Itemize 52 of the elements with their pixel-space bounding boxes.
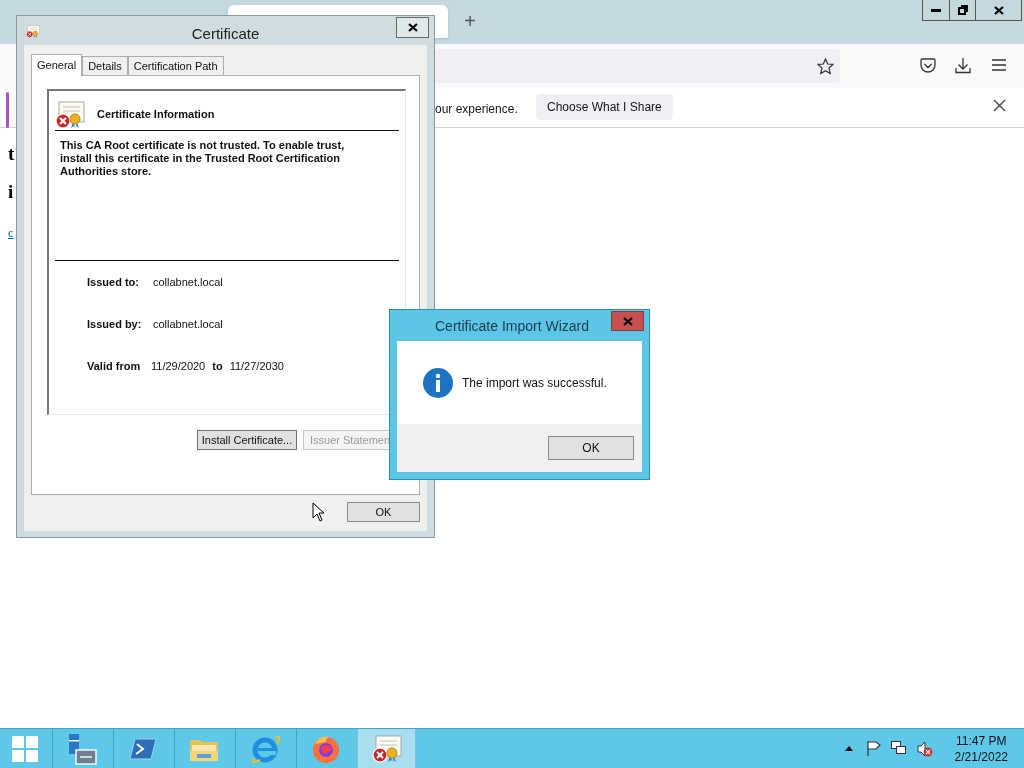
field-value: 11/27/2030 — [229, 358, 284, 374]
browser-e-icon — [250, 733, 280, 764]
info-title: Certificate Information — [97, 107, 215, 123]
page-heading: t — [8, 142, 15, 166]
notification-message: our experience. — [435, 101, 518, 118]
volume-muted-icon[interactable] — [916, 740, 933, 757]
mouse-cursor-icon — [312, 502, 325, 522]
field-value: 11/29/2020 — [151, 358, 206, 374]
window-title: Certificate — [190, 24, 261, 44]
dialog-button[interactable]: Install Certificate... — [197, 430, 297, 450]
wizard-message: The import was successful. — [462, 374, 607, 392]
certificate-error-icon — [55, 100, 85, 129]
windows-logo-icon — [12, 735, 38, 762]
close-button[interactable] — [396, 17, 429, 38]
field-label: Issued by: — [87, 316, 143, 332]
choose-share-button[interactable]: Choose What I Share — [536, 94, 673, 120]
tab[interactable]: Certification Path — [127, 56, 224, 75]
info-icon — [423, 367, 453, 398]
server-toolbox-icon — [67, 732, 97, 765]
restore-icon — [957, 5, 968, 15]
clock-date: 2/21/2022 — [954, 748, 1008, 765]
show-hidden-icons-icon[interactable] — [844, 746, 853, 751]
bookmark-star-icon[interactable] — [817, 58, 834, 75]
download-icon[interactable] — [955, 57, 971, 74]
close-icon — [993, 5, 1004, 15]
field-value: collabnet.local — [153, 274, 223, 290]
window-title: Certificate Import Wizard — [435, 317, 590, 336]
tab[interactable]: General — [31, 54, 83, 76]
ok-button[interactable]: OK — [548, 436, 634, 460]
network-icon[interactable] — [890, 741, 907, 756]
new-tab-button[interactable]: + — [460, 10, 480, 32]
tab[interactable]: Details — [82, 56, 128, 75]
close-icon — [407, 23, 418, 32]
flag-icon[interactable] — [866, 741, 881, 756]
trust-message: This CA Root certificate is not trusted. To enable trust, install this certificate in the Trusted Root Certification Authorities store. — [55, 139, 399, 261]
close-icon[interactable] — [993, 99, 1006, 112]
clock-time: 11:47 PM — [956, 732, 1007, 749]
field-value: collabnet.local — [153, 316, 223, 332]
minimize-icon — [931, 8, 941, 12]
pocket-icon[interactable] — [920, 58, 936, 73]
page-link[interactable]: c — [8, 224, 14, 242]
menu-icon[interactable] — [992, 59, 1006, 71]
page-heading: i — [8, 180, 14, 204]
field-label: Issued to: — [87, 274, 140, 290]
close-icon — [622, 316, 633, 326]
certificate-icon — [26, 25, 40, 38]
taskbar-app-button[interactable] — [357, 729, 416, 768]
ok-button[interactable]: OK — [347, 502, 420, 522]
certificate-icon — [371, 734, 402, 763]
field-label: Valid from — [87, 358, 142, 374]
terminal-icon — [129, 737, 157, 760]
field-label: to — [212, 358, 223, 374]
